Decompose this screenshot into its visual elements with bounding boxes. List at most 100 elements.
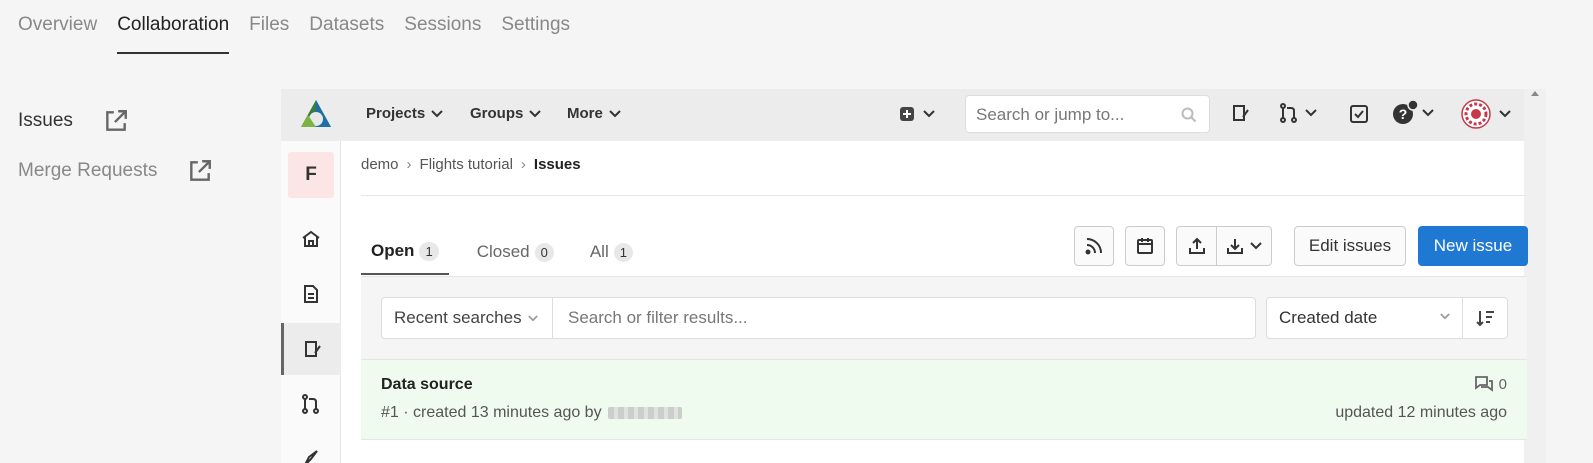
external-link-icon <box>106 110 127 131</box>
recent-searches-label: Recent searches <box>394 308 522 327</box>
more-label: More <box>567 105 603 122</box>
tab-collaboration[interactable]: Collaboration <box>117 14 230 54</box>
tab-open-label: Open <box>371 241 415 260</box>
projects-label: Projects <box>366 105 426 122</box>
issue-comments[interactable]: 0 <box>1474 375 1507 393</box>
issue-meta-text: #1 · created 13 minutes ago by <box>381 404 602 421</box>
search-icon <box>1181 107 1197 123</box>
new-dropdown[interactable] <box>899 106 935 122</box>
sort-direction-button[interactable] <box>1462 297 1508 339</box>
upload-icon <box>1188 237 1205 254</box>
divider <box>361 195 1527 196</box>
open-count-badge: 1 <box>419 241 439 261</box>
comments-icon <box>1474 376 1493 392</box>
chevron-down-icon <box>527 314 538 321</box>
scrollbar[interactable] <box>1524 89 1546 463</box>
tab-sessions[interactable]: Sessions <box>404 14 481 54</box>
issues-link[interactable]: Issues <box>18 96 213 146</box>
issues-label: Issues <box>18 110 73 131</box>
issues-icon <box>304 341 321 357</box>
chevron-down-icon <box>609 109 621 117</box>
external-link-icon <box>190 160 212 181</box>
chevron-down-icon <box>529 109 542 117</box>
issue-title[interactable]: Data source <box>381 376 473 394</box>
download-icon <box>1227 239 1243 254</box>
merge-request-icon <box>1280 103 1297 123</box>
gitlab-frame: Projects Groups More Search or jump to..… <box>281 89 1546 463</box>
comments-count: 0 <box>1498 375 1507 393</box>
issue-row[interactable]: Data source #1 · created 13 minutes ago … <box>361 360 1527 440</box>
merge-requests-label: Merge Requests <box>18 160 158 181</box>
author-name-redacted[interactable] <box>607 407 682 419</box>
tab-all-label: All <box>589 242 609 261</box>
projects-menu[interactable]: Projects <box>366 105 443 122</box>
user-menu[interactable] <box>1461 99 1511 129</box>
chevron-down-icon <box>923 110 935 118</box>
project-avatar[interactable]: F <box>288 152 334 198</box>
document-icon <box>304 285 318 303</box>
merge-request-icon <box>302 394 319 414</box>
svg-text:?: ? <box>1399 106 1408 122</box>
avatar <box>1461 99 1491 129</box>
filter-search-input[interactable]: Search or filter results... <box>552 297 1256 339</box>
plus-square-icon <box>900 107 914 121</box>
chevron-down-icon <box>1422 109 1434 117</box>
issues-shortcut[interactable] <box>1231 103 1251 123</box>
chevron-down-icon <box>1250 242 1262 250</box>
chevron-down-icon <box>1499 110 1511 118</box>
tab-datasets[interactable]: Datasets <box>309 14 384 54</box>
merge-requests-link[interactable]: Merge Requests <box>18 146 213 196</box>
sort-label: Created date <box>1279 308 1378 327</box>
tab-closed[interactable]: Closed 0 <box>469 229 562 275</box>
chevron-down-icon <box>1440 313 1450 320</box>
rocket-icon <box>304 450 318 463</box>
tab-all[interactable]: All 1 <box>582 229 641 275</box>
breadcrumb-group[interactable]: demo <box>361 156 399 173</box>
tab-overview[interactable]: Overview <box>18 14 97 54</box>
collaboration-menu: Issues Merge Requests <box>18 96 213 196</box>
import-button[interactable] <box>1176 226 1217 266</box>
merge-requests-shortcut[interactable] <box>1279 103 1317 123</box>
sidebar-item-project-home[interactable] <box>281 213 341 265</box>
more-menu[interactable]: More <box>567 105 621 122</box>
all-count-badge: 1 <box>613 242 633 262</box>
calendar-button[interactable] <box>1125 226 1165 266</box>
chevron-right-icon: › <box>406 156 412 173</box>
logo-icon[interactable] <box>298 97 334 133</box>
tab-closed-label: Closed <box>476 242 530 261</box>
issue-updated: updated 12 minutes ago <box>1335 404 1507 421</box>
groups-label: Groups <box>470 105 524 122</box>
edit-issues-button[interactable]: Edit issues <box>1294 226 1406 266</box>
filter-bar: Recent searches Search or filter results… <box>361 276 1527 360</box>
home-icon <box>302 230 320 247</box>
scroll-up-icon[interactable] <box>1531 91 1539 96</box>
project-sidebar: F <box>281 141 341 463</box>
rss-icon <box>1085 238 1102 255</box>
recent-searches-dropdown[interactable]: Recent searches <box>381 297 553 339</box>
breadcrumb-project[interactable]: Flights tutorial <box>420 156 513 173</box>
groups-menu[interactable]: Groups <box>470 105 542 122</box>
tab-files[interactable]: Files <box>249 14 289 54</box>
sidebar-item-repository[interactable] <box>281 268 341 320</box>
issue-state-tabs: Open 1 Closed 0 All 1 <box>361 229 661 275</box>
filter-placeholder: Search or filter results... <box>568 308 748 327</box>
export-dropdown[interactable] <box>1216 226 1272 266</box>
new-issue-button[interactable]: New issue <box>1418 226 1528 266</box>
issue-meta: #1 · created 13 minutes ago by <box>381 404 682 422</box>
global-search-input[interactable]: Search or jump to... <box>965 95 1210 133</box>
tab-open[interactable]: Open 1 <box>361 229 449 275</box>
tab-settings[interactable]: Settings <box>501 14 570 54</box>
todos-shortcut[interactable] <box>1349 104 1369 124</box>
breadcrumb-current[interactable]: Issues <box>534 156 581 173</box>
rss-button[interactable] <box>1074 226 1114 266</box>
help-menu[interactable]: ? <box>1392 100 1434 126</box>
chevron-down-icon <box>431 109 443 117</box>
gitlab-navbar: Projects Groups More Search or jump to..… <box>281 89 1546 141</box>
todo-check-icon <box>1350 105 1368 123</box>
chevron-down-icon <box>1305 109 1317 117</box>
sidebar-item-cicd[interactable] <box>281 433 341 463</box>
sidebar-item-merge-requests[interactable] <box>281 378 341 430</box>
sort-dropdown[interactable]: Created date <box>1266 297 1463 339</box>
help-icon: ? <box>1393 100 1418 124</box>
sidebar-item-issues[interactable] <box>281 323 341 375</box>
